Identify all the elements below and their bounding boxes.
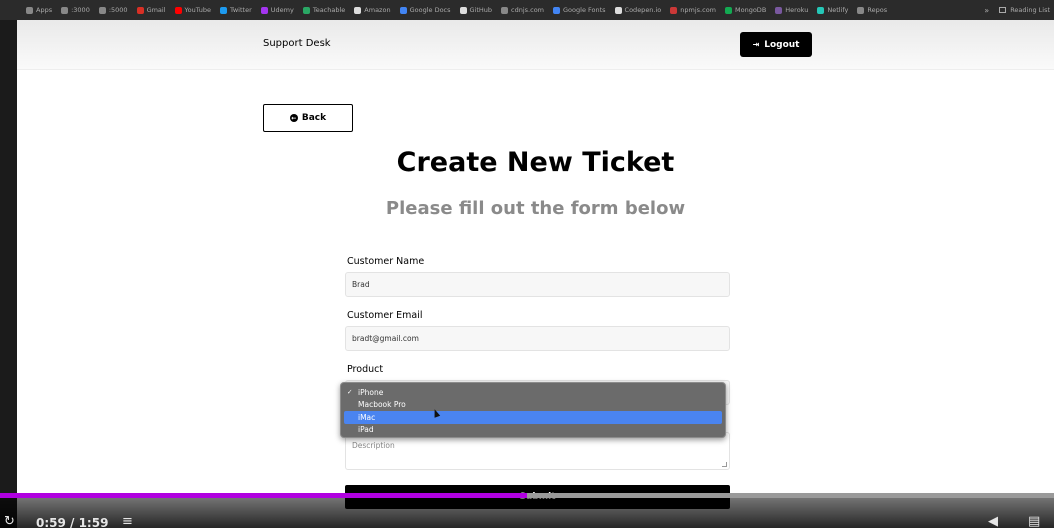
bookmark-mongodb[interactable]: MongoDB [725, 6, 766, 14]
bookmark-google-fonts[interactable]: Google Fonts [553, 6, 606, 14]
bookmark-github[interactable]: GitHub [459, 6, 493, 14]
product-option-label: iPad [358, 425, 374, 435]
transcript-icon[interactable]: ▤ [1028, 514, 1040, 528]
product-option-macbook-pro[interactable]: Macbook Pro [344, 399, 722, 412]
bookmark-gmail[interactable]: Gmail [136, 6, 166, 14]
bookmark-label: Twitter [229, 6, 252, 14]
product-option-label: iPhone [358, 387, 384, 397]
logout-button[interactable]: ⇥ Logout [740, 32, 812, 57]
bookmark-label: :5000 [108, 6, 128, 14]
bookmark-label: Repos [867, 6, 888, 14]
customer-name-input[interactable]: Brad [345, 272, 730, 297]
bookmark-label: Google Docs [409, 6, 451, 14]
web-page: Support Desk ⇥ Logout ← Back Create New … [17, 20, 1054, 528]
logout-icon: ⇥ [752, 40, 760, 49]
product-dropdown: ✓ iPhone Macbook Pro iMac iPad [340, 382, 726, 438]
bookmark-heroku[interactable]: Heroku [775, 6, 808, 14]
product-option-imac[interactable]: iMac [344, 411, 722, 424]
bookmark-label: Heroku [785, 6, 809, 14]
bookmark-label: Gmail [146, 6, 166, 14]
twitter-icon [219, 6, 227, 14]
youtube-icon [174, 6, 182, 14]
teachable-icon [302, 6, 310, 14]
bookmark-label: MongoDB [735, 6, 767, 14]
mongodb-icon [725, 6, 732, 14]
bookmarks-right: » Reading List [984, 0, 1050, 20]
globe-icon [98, 6, 106, 14]
brand-link[interactable]: Support Desk [263, 38, 331, 49]
bookmark-label: Teachable [312, 6, 346, 14]
bookmark-codepen-io[interactable]: Codepen.io [614, 6, 662, 14]
gmail-icon [136, 6, 144, 14]
reading-list-icon[interactable] [999, 7, 1007, 13]
bookmark-twitter[interactable]: Twitter [219, 6, 252, 14]
bookmark-npmjs-com[interactable]: npmjs.com [670, 6, 716, 14]
product-label: Product [347, 364, 384, 375]
bookmark-label: cdnjs.com [511, 6, 545, 14]
bookmark-label: :3000 [71, 6, 90, 14]
docs-icon [399, 6, 407, 14]
back-label: Back [301, 113, 327, 123]
bookmark-youtube[interactable]: YouTube [174, 6, 211, 14]
page-subtitle: Please fill out the form below [385, 198, 686, 219]
bookmark-label: npmjs.com [680, 6, 716, 14]
bookmarks-bar: Apps :3000 :5000 Gmail YouTube Twitter Udemy Te… [0, 0, 1054, 20]
page-title: Create New Ticket [396, 147, 675, 178]
amazon-icon [354, 6, 362, 14]
product-option-iphone[interactable]: ✓ iPhone [344, 386, 722, 399]
bookmark-netlify[interactable]: Netlify [817, 6, 848, 14]
logout-label: Logout [764, 39, 800, 50]
replay-icon[interactable]: ↻ [4, 514, 15, 528]
bookmark-label: Google Fonts [563, 6, 606, 14]
apps-grid-icon [26, 6, 33, 14]
left-strip [0, 20, 17, 528]
volume-icon[interactable]: ◀ [988, 514, 998, 528]
resize-grip-icon[interactable] [722, 462, 727, 467]
code-icon [501, 6, 509, 14]
description-placeholder: Description [352, 441, 395, 450]
bookmark-label: GitHub [469, 6, 493, 14]
github-icon [459, 6, 467, 14]
bookmark-label: Codepen.io [624, 6, 662, 14]
heroku-icon [775, 6, 783, 14]
product-option-label: Macbook Pro [358, 400, 406, 410]
bookmark-label: YouTube [184, 6, 211, 14]
video-controls: ↻ 0:59 / 1:59 ≡ ◀ ▤ [0, 498, 1054, 528]
fonts-icon [553, 6, 561, 14]
bookmark-5000[interactable]: :5000 [98, 6, 128, 14]
reading-list-label[interactable]: Reading List [1010, 6, 1050, 14]
customer-email-input[interactable]: bradt@gmail.com [345, 326, 730, 351]
bookmark-google-docs[interactable]: Google Docs [399, 6, 451, 14]
bookmark-label: Apps [36, 6, 53, 14]
customer-name-label: Customer Name [347, 256, 425, 267]
app-header: Support Desk ⇥ Logout [17, 20, 1054, 70]
bookmarks-overflow-icon[interactable]: » [984, 6, 989, 15]
product-option-label: iMac [358, 412, 376, 422]
arrow-left-circle-icon: ← [289, 114, 298, 122]
folder-icon [857, 6, 865, 14]
video-time: 0:59 / 1:59 [36, 516, 109, 528]
bookmark-label: Udemy [270, 6, 294, 14]
customer-email-label: Customer Email [347, 310, 423, 321]
netlify-icon [817, 6, 825, 14]
checkmark-icon: ✓ [347, 388, 353, 397]
localhost-icon [61, 6, 69, 14]
bookmark-repos[interactable]: Repos [857, 6, 887, 14]
udemy-icon [260, 6, 268, 14]
bookmark-cdnjs-com[interactable]: cdnjs.com [501, 6, 544, 14]
codepen-icon [614, 6, 622, 14]
bookmark-apps[interactable]: Apps [26, 6, 52, 14]
bookmark-label: Amazon [364, 6, 391, 14]
back-button[interactable]: ← Back [263, 104, 353, 132]
playlist-icon[interactable]: ≡ [122, 514, 133, 528]
bookmark-label: Netlify [827, 6, 849, 14]
bookmark-3000[interactable]: :3000 [61, 6, 90, 14]
bookmark-teachable[interactable]: Teachable [302, 6, 346, 14]
bookmark-amazon[interactable]: Amazon [354, 6, 391, 14]
npm-icon [670, 6, 678, 14]
product-option-ipad[interactable]: iPad [344, 424, 722, 437]
bookmark-udemy[interactable]: Udemy [260, 6, 294, 14]
